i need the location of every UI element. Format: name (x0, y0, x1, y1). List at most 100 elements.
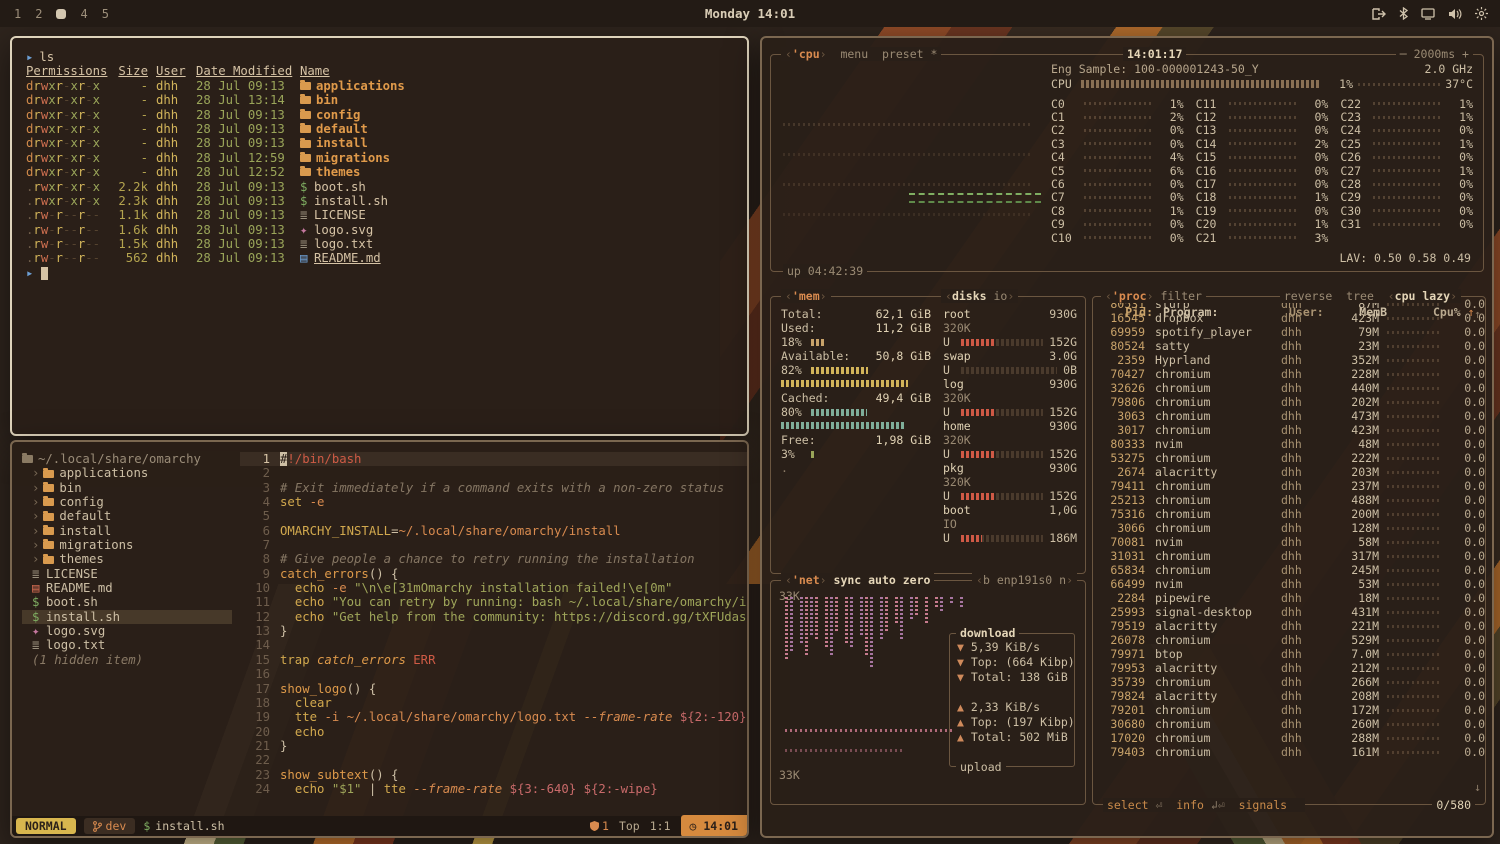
code-line-5[interactable]: 5 (240, 509, 747, 523)
file-row-README.md[interactable]: .rw-r--r--562dhh28 Jul 09:13▤README.md (26, 251, 733, 265)
process-row-2359[interactable]: 2359Hyprlanddhh352M0.0 (1093, 353, 1485, 367)
tab-io[interactable]: io (994, 289, 1008, 303)
process-row-80524[interactable]: 80524sattydhh23M0.0 (1093, 339, 1485, 353)
update-interval[interactable]: ─ 2000ms + (1396, 47, 1473, 61)
code-line-7[interactable]: 7 (240, 538, 747, 552)
tree-item-logo.svg[interactable]: ✦logo.svg (22, 624, 240, 638)
file-row-default[interactable]: drwxr-xr-x-dhh28 Jul 09:13default (26, 122, 733, 136)
code-line-21[interactable]: 21} (240, 739, 747, 753)
tree-item-logo.txt[interactable]: ≣logo.txt (22, 638, 240, 652)
process-row-25993[interactable]: 25993signal-desktopdhh431M0.0 (1093, 605, 1485, 619)
code-line-23[interactable]: 23show_subtext() { (240, 768, 747, 782)
file-row-boot.sh[interactable]: .rwxr-xr-x2.2kdhh28 Jul 09:13$boot.sh (26, 180, 733, 194)
code-line-17[interactable]: 17show_logo() { (240, 682, 747, 696)
scroll-up-icon[interactable]: ↑ (1474, 307, 1481, 321)
scroll-down-icon[interactable]: ↓ (1474, 780, 1481, 794)
code-line-8[interactable]: 8# Give people a chance to retry running… (240, 552, 747, 566)
process-row-70081[interactable]: 70081nvimdhh58M0.0 (1093, 535, 1485, 549)
process-row-17020[interactable]: 17020chromiumdhh288M0.0 (1093, 731, 1485, 745)
preset-button[interactable]: preset * (882, 47, 937, 61)
process-table-header[interactable]: Pid:Program:User:MemBCpu% ↑ (1101, 305, 1471, 319)
net-interface[interactable]: ‹b enp191s0 n› (972, 573, 1077, 587)
settings-icon[interactable] (1475, 7, 1488, 20)
tree-item-bin[interactable]: ›bin (22, 481, 240, 495)
code-line-20[interactable]: 20 echo (240, 725, 747, 739)
volume-icon[interactable] (1448, 8, 1462, 20)
process-row-35739[interactable]: 35739chromiumdhh266M0.0 (1093, 675, 1485, 689)
file-row-migrations[interactable]: drwxr-xr-x-dhh28 Jul 12:59migrations (26, 151, 733, 165)
code-line-6[interactable]: 6OMARCHY_INSTALL=~/.local/share/omarchy/… (240, 524, 747, 538)
net-modes[interactable]: sync auto zero (834, 573, 931, 587)
tree-item-default[interactable]: ›default (22, 509, 240, 523)
process-row-69959[interactable]: 69959spotify_playerdhh79M0.0 (1093, 325, 1485, 339)
process-row-79411[interactable]: 79411chromiumdhh237M0.0 (1093, 479, 1485, 493)
tab-disks[interactable]: disks (952, 289, 987, 303)
tree-item-boot.sh[interactable]: $boot.sh (22, 595, 240, 609)
process-row-3063[interactable]: 3063chromiumdhh473M0.0 (1093, 409, 1485, 423)
code-line-12[interactable]: 12 echo "Get help from the community: ht… (240, 610, 747, 624)
code-line-13[interactable]: 13} (240, 624, 747, 638)
code-line-19[interactable]: 19 tte -i ~/.local/share/omarchy/logo.tx… (240, 710, 747, 724)
file-row-logo.txt[interactable]: .rw-r--r--1.5kdhh28 Jul 09:13≣logo.txt (26, 237, 733, 251)
tree-item-themes[interactable]: ›themes (22, 552, 240, 566)
code-line-3[interactable]: 3# Exit immediately if a command exits w… (240, 481, 747, 495)
tree-item-LICENSE[interactable]: ≣LICENSE (22, 567, 240, 581)
tree-item-README.md[interactable]: ▤README.md (22, 581, 240, 595)
process-row-79953[interactable]: 79953alacrittydhh212M0.0 (1093, 661, 1485, 675)
process-row-70427[interactable]: 70427chromiumdhh228M0.0 (1093, 367, 1485, 381)
filter-button[interactable]: filter (1160, 289, 1202, 303)
process-row-25213[interactable]: 25213chromiumdhh488M0.0 (1093, 493, 1485, 507)
tab-proc[interactable]: 'proc (1112, 289, 1147, 303)
file-row-bin[interactable]: drwxr-xr-x-dhh28 Jul 13:14bin (26, 93, 733, 107)
file-row-install.sh[interactable]: .rwxr-xr-x2.3kdhh28 Jul 09:13$install.sh (26, 194, 733, 208)
file-row-applications[interactable]: drwxr-xr-x-dhh28 Jul 09:13applications (26, 79, 733, 93)
process-row-79403[interactable]: 79403chromiumdhh161M0.0 (1093, 745, 1485, 759)
process-row-31031[interactable]: 31031chromiumdhh317M0.0 (1093, 549, 1485, 563)
btop-window[interactable]: ‹'cpu› menu preset * 14:01:17 ─ 2000ms +… (760, 36, 1494, 838)
tree-item-applications[interactable]: ›applications (22, 466, 240, 480)
prompt-line-empty[interactable]: ▸ (26, 266, 733, 280)
process-row-79971[interactable]: 79971btopdhh7.0M0.0 (1093, 647, 1485, 661)
process-row-32626[interactable]: 32626chromiumdhh440M0.0 (1093, 381, 1485, 395)
process-row-3066[interactable]: 3066chromiumdhh128M0.0 (1093, 521, 1485, 535)
tree-item-config[interactable]: ›config (22, 495, 240, 509)
process-row-30680[interactable]: 30680chromiumdhh260M0.0 (1093, 717, 1485, 731)
code-line-22[interactable]: 22 (240, 753, 747, 767)
menu-button[interactable]: menu (840, 47, 868, 61)
process-row-66499[interactable]: 66499nvimdhh53M0.0 (1093, 577, 1485, 591)
file-row-LICENSE[interactable]: .rw-r--r--1.1kdhh28 Jul 09:13≣LICENSE (26, 208, 733, 222)
process-row-26078[interactable]: 26078chromiumdhh529M0.0 (1093, 633, 1485, 647)
editor-window[interactable]: ~/.local/share/omarchy ›applications›bin… (10, 440, 749, 838)
code-line-2[interactable]: 2 (240, 466, 747, 480)
sort-column-selector[interactable]: cpu lazy (1395, 289, 1450, 303)
tree-item-install.sh[interactable]: $install.sh (22, 610, 232, 624)
process-row-3017[interactable]: 3017chromiumdhh423M0.0 (1093, 423, 1485, 437)
process-row-80333[interactable]: 80333nvimdhh48M0.0 (1093, 437, 1485, 451)
process-row-75316[interactable]: 75316chromiumdhh200M0.0 (1093, 507, 1485, 521)
code-line-11[interactable]: 11 echo "You can retry by running: bash … (240, 595, 747, 609)
tree-item-install[interactable]: ›install (22, 524, 240, 538)
process-row-53275[interactable]: 53275chromiumdhh222M0.0 (1093, 451, 1485, 465)
code-line-18[interactable]: 18 clear (240, 696, 747, 710)
code-line-14[interactable]: 14 (240, 638, 747, 652)
tree-root[interactable]: ~/.local/share/omarchy (22, 452, 240, 466)
process-row-65834[interactable]: 65834chromiumdhh245M0.0 (1093, 563, 1485, 577)
file-row-config[interactable]: drwxr-xr-x-dhh28 Jul 09:13config (26, 108, 733, 122)
code-line-16[interactable]: 16 (240, 667, 747, 681)
process-row-79201[interactable]: 79201chromiumdhh172M0.0 (1093, 703, 1485, 717)
code-line-4[interactable]: 4set -e (240, 495, 747, 509)
file-row-themes[interactable]: drwxr-xr-x-dhh28 Jul 12:52themes (26, 165, 733, 179)
code-editor[interactable]: 1#!/bin/bash23# Exit immediately if a co… (240, 442, 747, 812)
process-row-79824[interactable]: 79824alacrittydhh208M0.0 (1093, 689, 1485, 703)
tree-item-migrations[interactable]: ›migrations (22, 538, 240, 552)
file-row-logo.svg[interactable]: .rw-r--r--1.6kdhh28 Jul 09:13✦logo.svg (26, 223, 733, 237)
process-row-2674[interactable]: 2674alacrittydhh203M0.0 (1093, 465, 1485, 479)
git-branch[interactable]: dev (84, 818, 136, 834)
tab-cpu[interactable]: 'cpu (792, 47, 820, 61)
tab-net[interactable]: 'net (792, 573, 820, 587)
code-line-9[interactable]: 9catch_errors() { (240, 567, 747, 581)
logout-icon[interactable] (1372, 8, 1386, 20)
bluetooth-icon[interactable] (1399, 7, 1408, 20)
code-line-1[interactable]: 1#!/bin/bash (240, 452, 747, 466)
process-row-79519[interactable]: 79519alacrittydhh221M0.0 (1093, 619, 1485, 633)
